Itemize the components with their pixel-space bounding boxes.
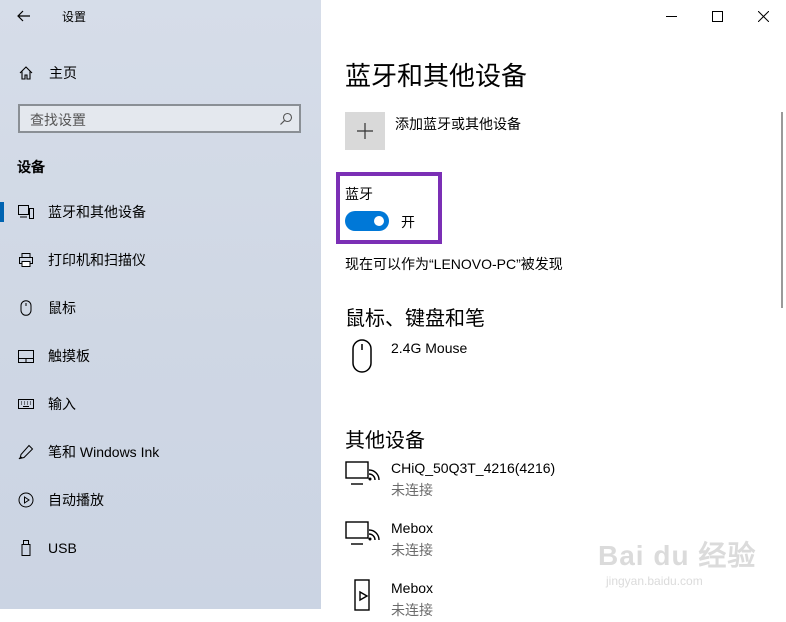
sidebar-home[interactable]: 主页 xyxy=(0,60,321,86)
main-content: 蓝牙和其他设备 添加蓝牙或其他设备 蓝牙 开 现在可以作为“LENOVO-PC”… xyxy=(321,32,786,618)
pen-icon xyxy=(17,443,35,461)
sidebar-item-label: 蓝牙和其他设备 xyxy=(48,204,146,220)
device-name: CHiQ_50Q3T_4216(4216) xyxy=(391,460,556,476)
bluetooth-devices-icon xyxy=(17,203,35,221)
scrollbar[interactable] xyxy=(781,112,783,308)
display-wireless-icon xyxy=(345,461,380,485)
device-name: Mebox xyxy=(391,580,434,596)
sidebar-item-label: 触摸板 xyxy=(48,348,90,364)
sidebar-item-usb[interactable]: USB xyxy=(0,532,321,564)
device-item[interactable]: 2.4G Mouse xyxy=(345,338,765,382)
sidebar-item-mouse[interactable]: 鼠标 xyxy=(0,292,321,324)
sidebar-item-label: 自动播放 xyxy=(48,492,104,508)
device-name: 2.4G Mouse xyxy=(391,340,468,356)
toggle-knob xyxy=(374,216,384,226)
home-label: 主页 xyxy=(49,65,77,81)
highlight-box xyxy=(336,172,442,244)
display-wireless-icon xyxy=(345,521,380,545)
device-status: 未连接 xyxy=(391,602,433,618)
device-status: 未连接 xyxy=(391,482,433,498)
sidebar-item-label: 输入 xyxy=(48,396,76,412)
keyboard-icon xyxy=(17,395,35,413)
add-device-button[interactable] xyxy=(345,112,385,150)
group-heading-other-devices: 其他设备 xyxy=(345,430,425,452)
mouse-icon xyxy=(17,299,35,317)
autoplay-icon xyxy=(17,491,35,509)
group-heading-mouse-keyboard-pen: 鼠标、键盘和笔 xyxy=(345,308,485,330)
sidebar-item-label: USB xyxy=(48,540,77,556)
usb-icon xyxy=(17,539,35,557)
sidebar-item-touchpad[interactable]: 触摸板 xyxy=(0,340,321,372)
device-item[interactable]: CHiQ_50Q3T_4216(4216) 未连接 xyxy=(345,458,765,502)
search-icon xyxy=(280,112,293,125)
mouse-device-icon xyxy=(352,339,372,373)
minimize-icon xyxy=(665,15,677,17)
close-button[interactable] xyxy=(740,0,786,32)
device-name: Mebox xyxy=(391,520,434,536)
touchpad-icon xyxy=(17,347,35,365)
back-arrow-icon xyxy=(17,10,30,22)
add-device-label[interactable]: 添加蓝牙或其他设备 xyxy=(395,114,521,134)
page-title: 蓝牙和其他设备 xyxy=(345,61,528,91)
section-heading-devices: 设备 xyxy=(17,159,45,175)
watermark-main: Bai du 经验 xyxy=(598,540,757,571)
window-title: 设置 xyxy=(62,10,87,24)
title-bar: 设置 xyxy=(0,0,786,32)
printer-icon xyxy=(17,251,35,269)
minimize-button[interactable] xyxy=(648,0,694,32)
device-status: 未连接 xyxy=(391,542,433,558)
baidu-watermark: Bai du 经验 jingyan.baidu.com xyxy=(598,534,770,596)
close-icon xyxy=(757,10,769,22)
plus-icon xyxy=(357,123,373,139)
sidebar-item-typing[interactable]: 输入 xyxy=(0,388,321,420)
bluetooth-toggle[interactable] xyxy=(345,211,389,231)
sidebar-item-label: 鼠标 xyxy=(48,300,76,316)
bluetooth-state: 开 xyxy=(401,214,415,230)
sidebar-item-label: 笔和 Windows Ink xyxy=(48,444,160,460)
search-input[interactable] xyxy=(28,109,272,131)
sidebar-item-bluetooth[interactable]: 蓝牙和其他设备 xyxy=(0,196,321,228)
maximize-icon xyxy=(711,10,723,22)
home-icon xyxy=(18,65,34,81)
search-box[interactable] xyxy=(18,104,301,133)
sidebar-item-label: 打印机和扫描仪 xyxy=(48,252,146,268)
bluetooth-label: 蓝牙 xyxy=(345,186,373,202)
sidebar-item-printers[interactable]: 打印机和扫描仪 xyxy=(0,244,321,276)
back-button[interactable] xyxy=(10,4,38,28)
watermark-sub: jingyan.baidu.com xyxy=(606,574,703,588)
sidebar-item-autoplay[interactable]: 自动播放 xyxy=(0,484,321,516)
sidebar-item-pen[interactable]: 笔和 Windows Ink xyxy=(0,436,321,468)
maximize-button[interactable] xyxy=(694,0,740,32)
discoverable-text: 现在可以作为“LENOVO-PC”被发现 xyxy=(345,256,563,272)
